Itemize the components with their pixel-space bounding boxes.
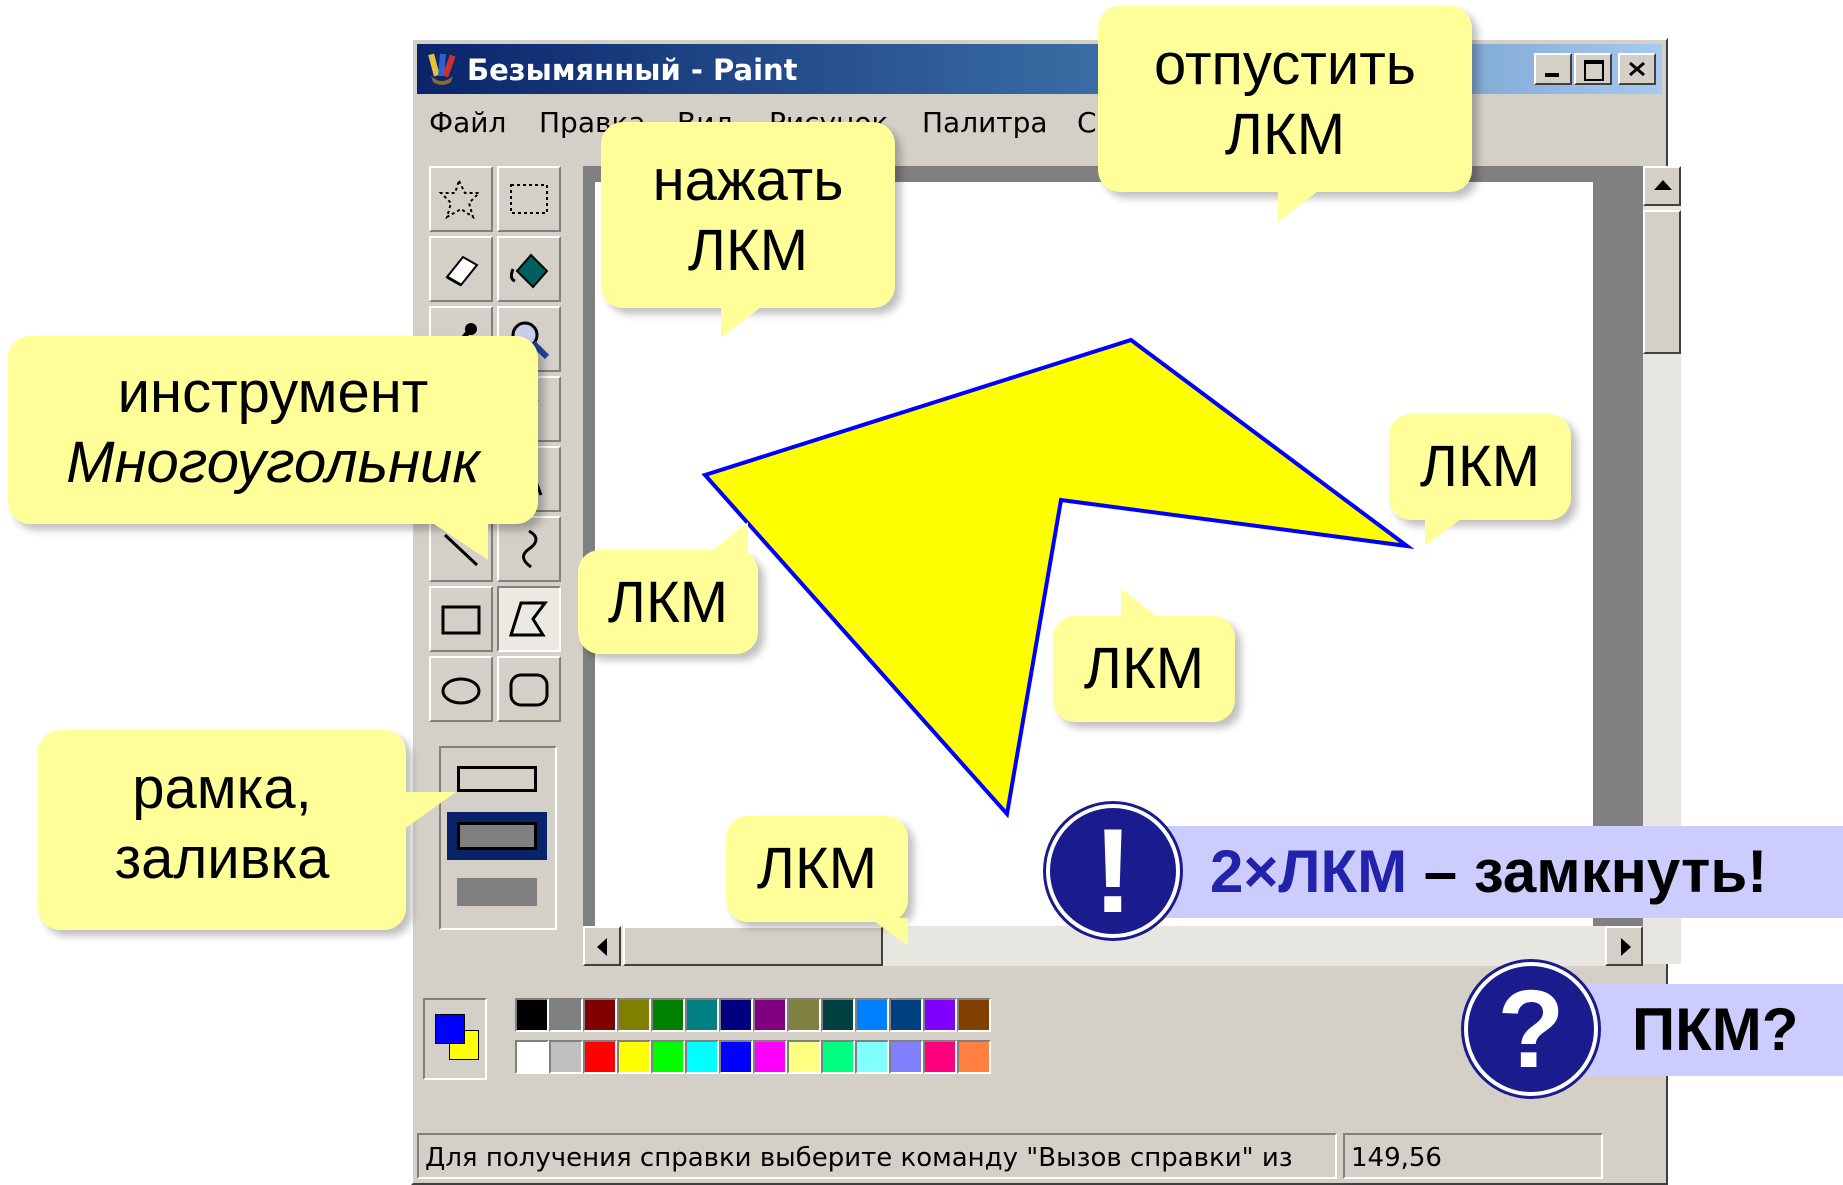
palette-swatch[interactable] — [821, 1040, 855, 1074]
arrow-up-icon — [1654, 180, 1672, 190]
double-click-rest: – замкнуть! — [1407, 838, 1768, 905]
palette-swatch[interactable] — [753, 998, 787, 1032]
rounded-rectangle-icon — [509, 673, 549, 707]
arrow-right-icon — [1621, 938, 1631, 956]
callout-release: отпустить ЛКМ — [1098, 6, 1472, 222]
callout-frame-line2: заливка — [114, 826, 330, 891]
close-button[interactable] — [1618, 53, 1656, 85]
palette-swatch[interactable] — [583, 998, 617, 1032]
maximize-button[interactable] — [1574, 53, 1612, 85]
polygon-icon — [508, 601, 548, 637]
title-bar[interactable]: Безымянный - Paint — [417, 44, 1662, 94]
callout-press-text: нажать ЛКМ — [652, 148, 844, 283]
callout-frame-fill: рамка, заливка — [38, 730, 456, 930]
callout-tool-line1: инструмент — [117, 360, 429, 425]
toolbox — [429, 166, 566, 1066]
callout-click-bottom-text: ЛКМ — [756, 836, 878, 901]
fill-style-options — [439, 746, 557, 930]
palette-swatch[interactable] — [719, 998, 753, 1032]
palette-swatch[interactable] — [719, 1040, 753, 1074]
outline-fill-option-selected[interactable] — [447, 812, 547, 860]
status-help-text: Для получения справки выберите команду "… — [417, 1133, 1337, 1179]
status-coordinates: 149,56 — [1343, 1133, 1603, 1179]
rect-select-icon — [510, 184, 548, 214]
tool-rect-select[interactable] — [497, 166, 561, 232]
callout-click-right-text: ЛКМ — [1419, 434, 1541, 499]
tool-polygon[interactable] — [497, 586, 561, 652]
tool-fill[interactable] — [497, 236, 561, 302]
palette-swatch[interactable] — [515, 1040, 549, 1074]
menu-file[interactable]: Файл — [429, 106, 506, 139]
callout-polygon-tool: инструмент Многоугольник — [8, 336, 538, 560]
palette-swatch[interactable] — [923, 998, 957, 1032]
palette-swatch[interactable] — [549, 1040, 583, 1074]
menu-palette[interactable]: Палитра — [922, 106, 1048, 139]
close-icon — [1629, 61, 1645, 77]
callout-release-text: отпустить ЛКМ — [1153, 32, 1417, 167]
curve-icon — [522, 529, 538, 569]
fill-only-option[interactable] — [457, 878, 537, 906]
palette-swatch[interactable] — [617, 1040, 651, 1074]
exclamation-icon: ! — [1046, 804, 1180, 938]
current-colors — [423, 998, 487, 1080]
tool-eraser[interactable] — [429, 236, 493, 302]
callout-click-inner: ЛКМ — [1053, 588, 1235, 722]
palette-swatch[interactable] — [855, 998, 889, 1032]
tool-curve[interactable] — [497, 516, 561, 582]
window-title: Безымянный - Paint — [467, 53, 798, 87]
right-click-question-text: ПКМ? — [1632, 996, 1799, 1063]
scroll-left-button[interactable] — [583, 926, 621, 966]
palette-swatch[interactable] — [583, 1040, 617, 1074]
palette-swatch[interactable] — [889, 1040, 923, 1074]
palette-swatch[interactable] — [549, 998, 583, 1032]
color-palette — [423, 990, 1123, 1090]
double-click-note: 2×ЛКМ – замкнуть! — [1130, 826, 1843, 918]
callout-click-left: ЛКМ — [578, 522, 758, 654]
scroll-up-button[interactable] — [1643, 166, 1681, 206]
double-click-keyword: 2×ЛКМ — [1210, 838, 1408, 905]
palette-swatch[interactable] — [617, 998, 651, 1032]
free-select-icon — [439, 178, 482, 220]
palette-swatch[interactable] — [889, 998, 923, 1032]
palette-swatch[interactable] — [855, 1040, 889, 1074]
palette-swatch[interactable] — [651, 1040, 685, 1074]
fill-bucket-icon — [509, 253, 549, 289]
outline-only-option[interactable] — [457, 766, 537, 792]
tool-rounded-rectangle[interactable] — [497, 656, 561, 722]
foreground-color-swatch — [435, 1014, 465, 1044]
palette-swatch[interactable] — [753, 1040, 787, 1074]
callout-tool-line2: Многоугольник — [66, 430, 480, 495]
callout-click-inner-text: ЛКМ — [1083, 636, 1205, 701]
vertical-scroll-thumb[interactable] — [1643, 210, 1681, 354]
ellipse-icon — [441, 677, 481, 705]
paint-app-icon — [428, 53, 456, 85]
callout-click-right: ЛКМ — [1389, 414, 1571, 546]
tool-ellipse[interactable] — [429, 656, 493, 722]
palette-swatch[interactable] — [957, 998, 991, 1032]
horizontal-scroll-thumb[interactable] — [623, 926, 883, 966]
tool-free-select[interactable] — [429, 166, 493, 232]
palette-swatch[interactable] — [957, 1040, 991, 1074]
palette-swatch[interactable] — [787, 998, 821, 1032]
callout-press: нажать ЛКМ — [601, 122, 895, 338]
palette-swatch[interactable] — [651, 998, 685, 1032]
palette-swatch[interactable] — [685, 998, 719, 1032]
tool-rectangle[interactable] — [429, 586, 493, 652]
status-bar: Для получения справки выберите команду "… — [417, 1127, 1662, 1183]
minimize-button[interactable] — [1534, 53, 1572, 85]
arrow-left-icon — [597, 938, 607, 956]
rectangle-icon — [441, 605, 481, 635]
eraser-icon — [445, 255, 479, 287]
scroll-right-button[interactable] — [1605, 926, 1643, 966]
palette-swatch[interactable] — [923, 1040, 957, 1074]
palette-swatch[interactable] — [821, 998, 855, 1032]
palette-swatch[interactable] — [515, 998, 549, 1032]
palette-swatch[interactable] — [787, 1040, 821, 1074]
question-icon: ? — [1464, 962, 1598, 1096]
callout-frame-line1: рамка, — [132, 756, 312, 821]
callout-click-bottom: ЛКМ — [726, 816, 908, 946]
palette-swatch[interactable] — [685, 1040, 719, 1074]
callout-click-left-text: ЛКМ — [607, 570, 729, 635]
